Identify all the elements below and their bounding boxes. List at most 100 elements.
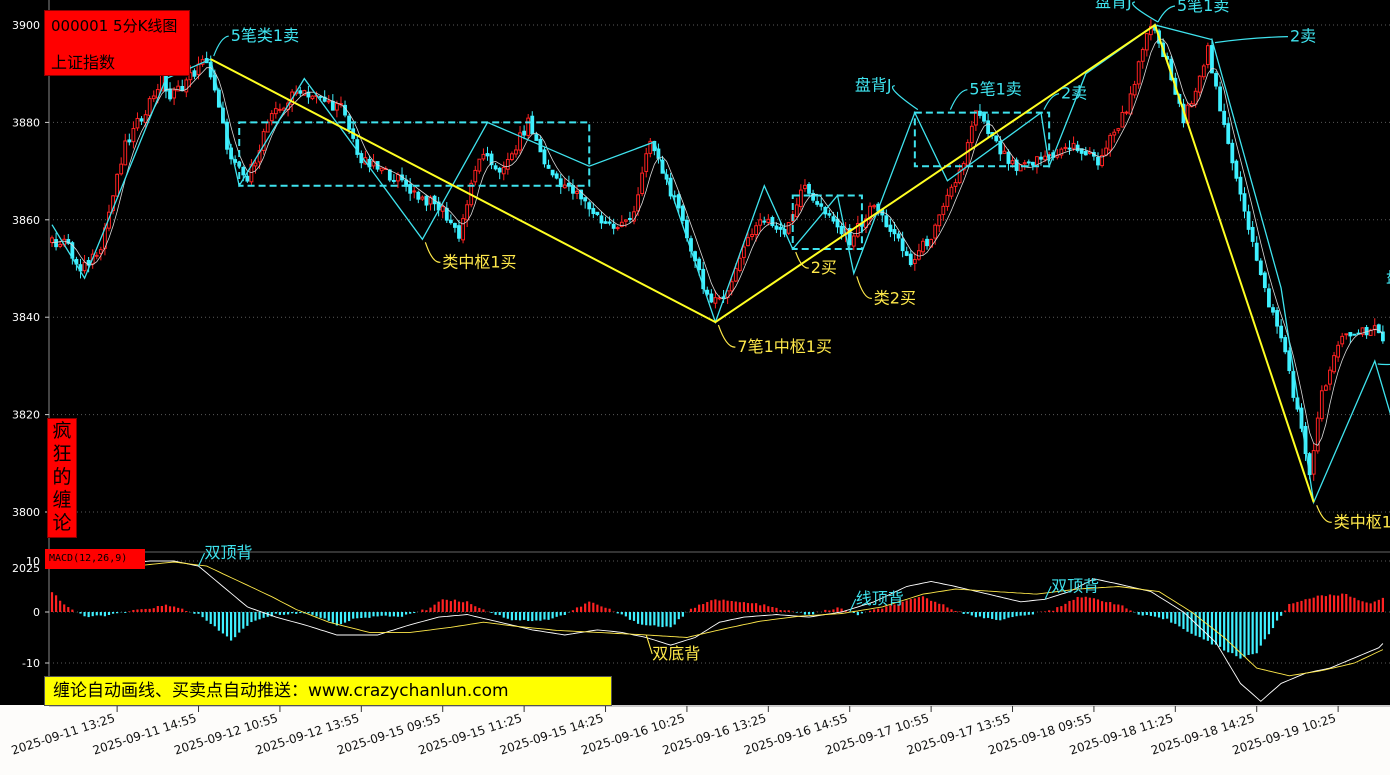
candle-body (514, 149, 518, 155)
brand-char: 缠 (52, 489, 72, 511)
candle-body (969, 125, 974, 144)
candle-body (241, 166, 246, 176)
candle-body (1267, 288, 1271, 308)
candle-body (949, 186, 954, 197)
candle-body (1250, 226, 1255, 242)
candle-body (1328, 369, 1332, 385)
candle-body (746, 237, 750, 247)
price-tick-label: 3860 (12, 214, 40, 227)
candle-body (1271, 307, 1275, 313)
macd-signal-label: 双底背 (652, 644, 700, 663)
candle-body (1120, 111, 1125, 128)
promo-banner[interactable]: 缠论自动画线、买卖点自动推送：www.crazychanlun.com (44, 676, 612, 706)
candle-body (1254, 242, 1259, 261)
candle-body (921, 240, 925, 253)
candle-body (583, 197, 588, 202)
candle-body (1006, 151, 1011, 164)
candle-body (1372, 325, 1377, 330)
candle-body (1022, 162, 1027, 165)
candle-body (815, 201, 820, 205)
candle-body (945, 194, 950, 207)
candle-body (273, 108, 278, 115)
signal-label: 5笔1卖 (1177, 0, 1229, 15)
candle-body (896, 233, 901, 239)
candle-body (522, 130, 527, 136)
candle-body (1075, 144, 1080, 152)
candle-body (1344, 333, 1349, 336)
brand-char: 的 (52, 466, 72, 488)
candle-body (416, 191, 421, 200)
candle-body (151, 95, 156, 100)
candle-body (680, 205, 685, 221)
chart-canvas: 380038203840386038803900100-1020255笔类1卖类… (0, 0, 1390, 775)
candle-body (1332, 355, 1336, 373)
candle-body (1258, 260, 1263, 276)
candle-body (98, 249, 103, 254)
price-tick-label: 3840 (12, 311, 40, 324)
candle-body (1283, 337, 1288, 353)
signal-label: 5笔1卖 (969, 80, 1021, 99)
candle-body (925, 238, 929, 247)
candle-body (94, 254, 99, 257)
candle-body (526, 117, 531, 136)
macd-indicator-label: MACD(12,26,9) (45, 549, 145, 569)
candle-body (408, 184, 413, 194)
candle-body (1010, 160, 1015, 165)
candle-body (1124, 111, 1129, 114)
candle-body (245, 175, 250, 182)
candle-body (330, 100, 335, 111)
candle-body (493, 165, 498, 170)
candle-body (562, 184, 567, 189)
candle-body (542, 149, 547, 165)
price-tick-label: 3800 (12, 506, 40, 519)
candle-body (794, 204, 799, 218)
candle-body (697, 258, 702, 271)
candle-body (424, 195, 429, 206)
candle-body (595, 211, 600, 216)
candle-body (917, 250, 921, 260)
candle-body (172, 89, 176, 99)
candle-body (965, 142, 970, 166)
candle-body (640, 172, 645, 195)
candle-body (465, 204, 470, 221)
candle-body (737, 257, 742, 271)
candle-body (904, 251, 909, 256)
brand-char: 疯 (52, 420, 72, 442)
candle-body (1336, 344, 1341, 358)
chart-title: 000001 5分K线图 (51, 17, 178, 35)
candle-body (448, 219, 453, 224)
candle-body (1128, 93, 1133, 115)
macd-tick-label: -10 (22, 657, 40, 670)
macd-signal-label: 双顶背 (1051, 576, 1099, 595)
candle-body (872, 205, 877, 208)
candle-body (123, 140, 128, 166)
candle-body (1348, 332, 1353, 337)
candle-body (628, 217, 632, 220)
candle-body (147, 98, 152, 116)
annotation-arrow (1377, 363, 1390, 366)
candle-body (803, 184, 807, 190)
chart-title-box: 000001 5分K线图 上证指数 (44, 10, 190, 76)
candle-body (766, 218, 771, 224)
candle-body (1108, 134, 1113, 151)
candle-body (750, 234, 754, 237)
candle-body (505, 159, 510, 170)
candle-body (1238, 176, 1243, 195)
candle-body (644, 153, 649, 172)
candle-body (888, 224, 893, 232)
candle-body (709, 293, 714, 303)
candle-body (982, 113, 986, 122)
candle-body (607, 221, 612, 224)
candle-body (611, 223, 616, 229)
candle-body (444, 207, 449, 221)
candle-body (143, 114, 148, 123)
candle-body (742, 246, 746, 258)
candle-body (1039, 156, 1043, 160)
candle-body (485, 153, 490, 157)
candle-body (1222, 110, 1227, 125)
candle-body (754, 225, 759, 236)
candle-body (453, 223, 457, 228)
candle-body (778, 226, 783, 230)
brand-char: 狂 (52, 443, 72, 465)
candle-body (603, 221, 608, 224)
